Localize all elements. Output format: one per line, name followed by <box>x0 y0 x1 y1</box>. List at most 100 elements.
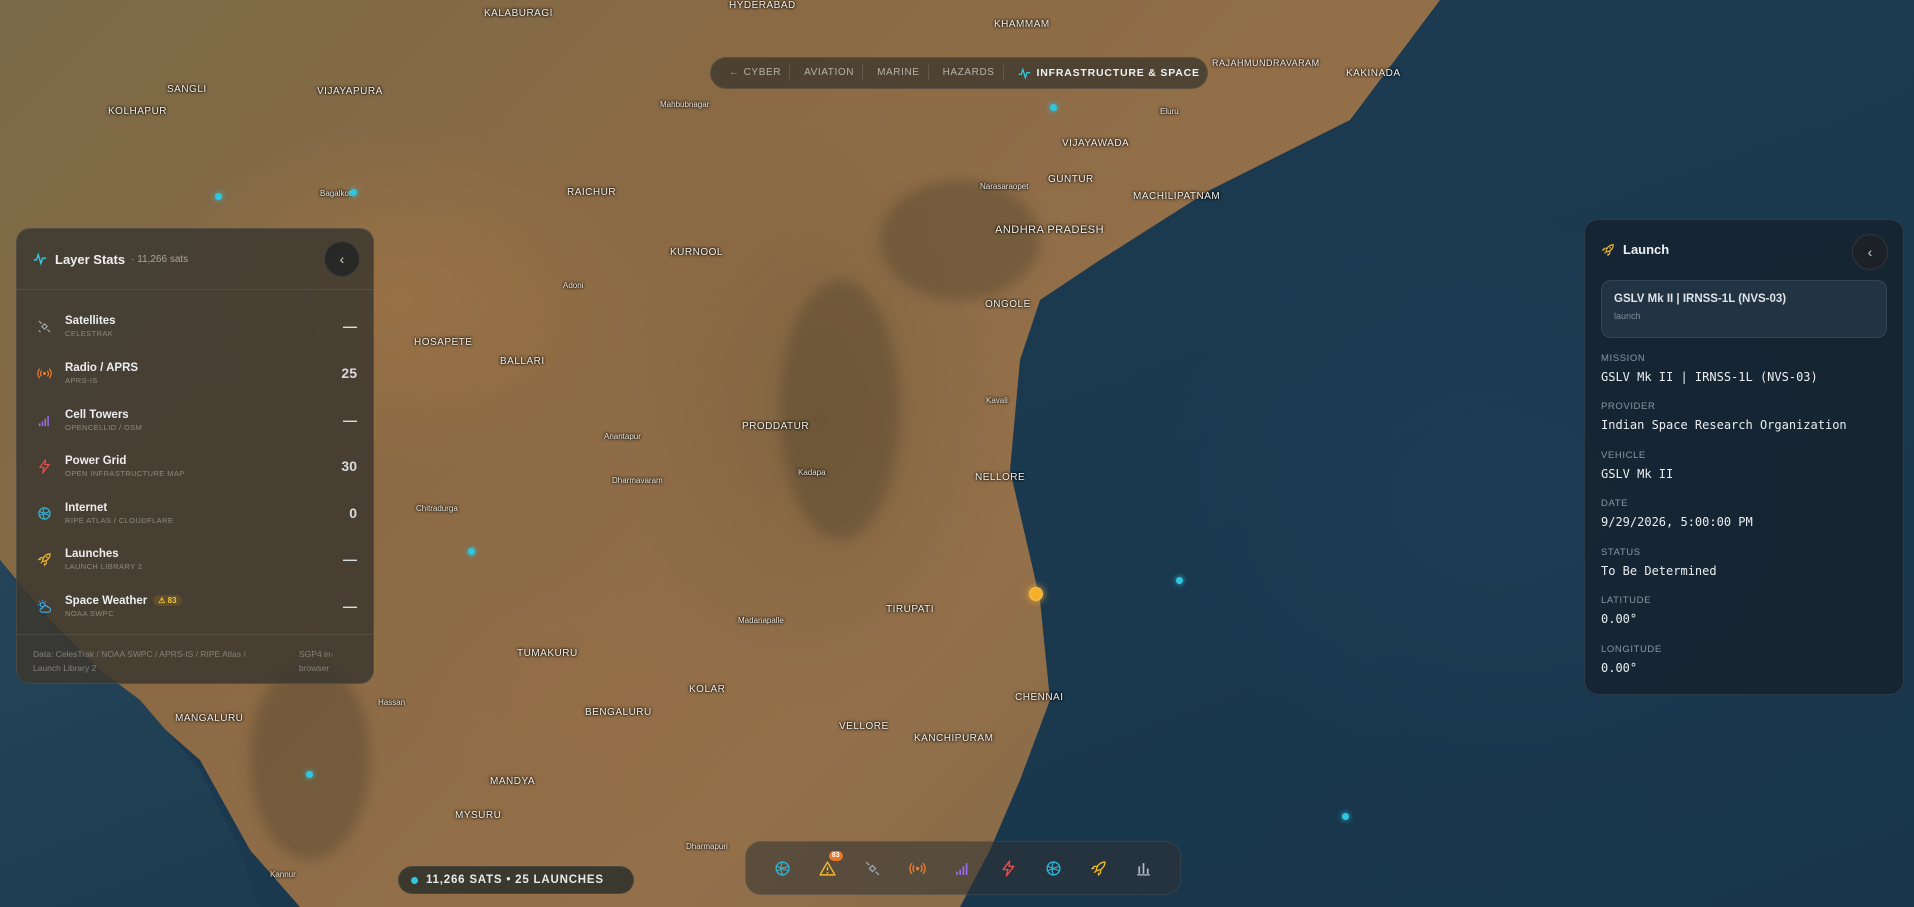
map-label: HOSAPETE <box>414 337 473 348</box>
layer-row-internet[interactable]: Internet RIPE ATLAS / CLOUDFLARE 0 <box>33 494 357 532</box>
rocket-icon <box>33 548 55 570</box>
tab-label: INFRASTRUCTURE & SPACE <box>1036 67 1200 79</box>
layer-name: Radio / APRS <box>65 361 139 374</box>
map-label: CHENNAI <box>1015 692 1064 703</box>
lightning-icon <box>33 455 55 477</box>
satellite-marker[interactable] <box>350 189 357 196</box>
layer-row-power-grid[interactable]: Power Grid OPEN INFRASTRUCTURE MAP 30 <box>33 447 357 485</box>
map-label: MYSURU <box>455 810 502 821</box>
layer-name: Cell Towers <box>65 408 129 421</box>
toggle-radio-button[interactable] <box>903 853 933 883</box>
toggle-cell-towers-button[interactable] <box>948 853 978 883</box>
map-label: RAJAHMUNDRAVARAM <box>1212 58 1320 68</box>
tab-aviation[interactable]: AVIATION <box>796 65 864 81</box>
status-summary: 11,266 SATS • 25 LAUNCHES <box>398 866 634 894</box>
tab-label: CYBER <box>743 67 782 78</box>
toggle-internet-button[interactable] <box>768 853 798 883</box>
toggle-power-grid-button[interactable] <box>993 853 1023 883</box>
layer-name: Space Weather ⚠ 83 <box>65 595 327 607</box>
launch-site-marker[interactable] <box>1029 587 1043 601</box>
layer-count: — <box>343 412 357 428</box>
satellite-marker[interactable] <box>1176 577 1183 584</box>
bar-chart-icon <box>1137 862 1150 876</box>
layer-source: NOAA SWPC <box>65 608 115 618</box>
map-label: GUNTUR <box>1048 174 1094 185</box>
tab-cyber[interactable]: ← CYBER <box>721 65 791 81</box>
map-label: MANGALURU <box>175 713 244 724</box>
toggle-alerts-button[interactable]: 83 <box>813 851 843 883</box>
tab-label: MARINE <box>877 67 920 78</box>
layer-name-text: Space Weather <box>65 594 148 607</box>
panel-title: Launch <box>1623 242 1670 257</box>
map-label: VIJAYAPURA <box>317 86 383 97</box>
field-value: GSLV Mk II <box>1601 467 1674 481</box>
field-key: PROVIDER <box>1601 401 1656 412</box>
layer-row-radio-aprs[interactable]: Radio / APRS APRS-IS 25 <box>33 354 357 392</box>
tab-marine[interactable]: MARINE <box>869 65 929 81</box>
map-label: HYDERABAD <box>729 0 796 11</box>
toggle-stats-button[interactable] <box>1128 853 1158 883</box>
field-vehicle: VEHICLE GSLV Mk II <box>1601 450 1673 481</box>
propagation-note: SGP4 in-browser <box>299 649 334 673</box>
tab-label: HAZARDS <box>942 67 995 78</box>
map-label: Bagalkot <box>320 189 352 198</box>
field-value: GSLV Mk II | IRNSS-1L (NVS-03) <box>1601 370 1818 384</box>
layer-source: LAUNCH LIBRARY 2 <box>65 561 143 571</box>
satellite-marker[interactable] <box>1050 104 1057 111</box>
collapse-panel-button[interactable]: ‹ <box>324 241 360 277</box>
map-label: Adoni <box>563 281 584 290</box>
map-label: ANDHRA PRADESH <box>995 224 1105 236</box>
tab-infrastructure-space[interactable]: INFRASTRUCTURE & SPACE <box>1010 65 1208 81</box>
toggle-globe-button[interactable] <box>1038 853 1068 883</box>
map-label: BALLARI <box>500 356 545 367</box>
field-value: Indian Space Research Organization <box>1601 418 1847 432</box>
map-label: Kadapa <box>798 468 826 477</box>
warning-icon <box>819 860 836 876</box>
panel-subtitle: · 11,266 sats <box>131 253 189 265</box>
radio-icon <box>909 862 927 874</box>
layer-row-launches[interactable]: Launches LAUNCH LIBRARY 2 — <box>33 540 357 578</box>
layer-name: Power Grid <box>65 454 127 467</box>
map-label: Dharmapuri <box>686 842 728 851</box>
field-key: VEHICLE <box>1601 450 1646 461</box>
field-key: DATE <box>1601 498 1629 509</box>
satellite-marker[interactable] <box>215 193 222 200</box>
map-label: Kannur <box>270 870 296 879</box>
toggle-launches-button[interactable] <box>1083 853 1113 883</box>
layer-row-satellites[interactable]: Satellites CELESTRAK — <box>33 307 357 345</box>
layer-toolbar: 83 <box>745 841 1181 895</box>
launch-summary-card[interactable]: GSLV Mk II | IRNSS-1L (NVS-03) launch <box>1601 280 1887 338</box>
alert-count-badge: ⚠ 83 <box>153 594 182 606</box>
layer-count: 25 <box>341 365 357 381</box>
field-longitude: LONGITUDE 0.00° <box>1601 644 1662 675</box>
layer-row-cell-towers[interactable]: Cell Towers OPENCELLID / OSM — <box>33 401 357 439</box>
layer-name: Internet <box>65 501 108 514</box>
launch-type: launch <box>1614 311 1641 321</box>
panel-header: Launch <box>1601 242 1669 257</box>
map-label: ONGOLE <box>985 299 1031 310</box>
panel-header: Layer Stats · 11,266 sats <box>17 229 373 290</box>
signal-bars-icon <box>33 409 55 431</box>
satellite-marker[interactable] <box>468 548 475 555</box>
divider <box>17 634 373 635</box>
map-label: Madanapalle <box>738 616 784 625</box>
globe-icon <box>33 502 55 524</box>
tab-hazards[interactable]: HAZARDS <box>935 65 1004 81</box>
collapse-panel-button[interactable]: ‹ <box>1852 234 1888 270</box>
map-label: Dharmavaram <box>612 476 663 485</box>
alert-count-badge: 83 <box>828 851 843 861</box>
satellite-marker[interactable] <box>1342 813 1349 820</box>
live-dot-icon <box>411 876 418 884</box>
satellite-marker[interactable] <box>306 771 313 778</box>
toggle-satellites-button[interactable] <box>858 853 888 883</box>
layer-source: APRS-IS <box>65 375 98 385</box>
chevron-left-icon: ‹ <box>339 251 345 267</box>
chevron-left-icon: ‹ <box>1867 244 1873 260</box>
map-label: Kavali <box>986 396 1008 405</box>
field-key: LATITUDE <box>1601 595 1652 606</box>
globe-icon <box>775 860 790 876</box>
field-value: 0.00° <box>1601 612 1638 626</box>
rocket-icon <box>1090 860 1106 876</box>
layer-row-space-weather[interactable]: Space Weather ⚠ 83 NOAA SWPC — <box>33 587 357 625</box>
map-label: TUMAKURU <box>517 648 578 659</box>
